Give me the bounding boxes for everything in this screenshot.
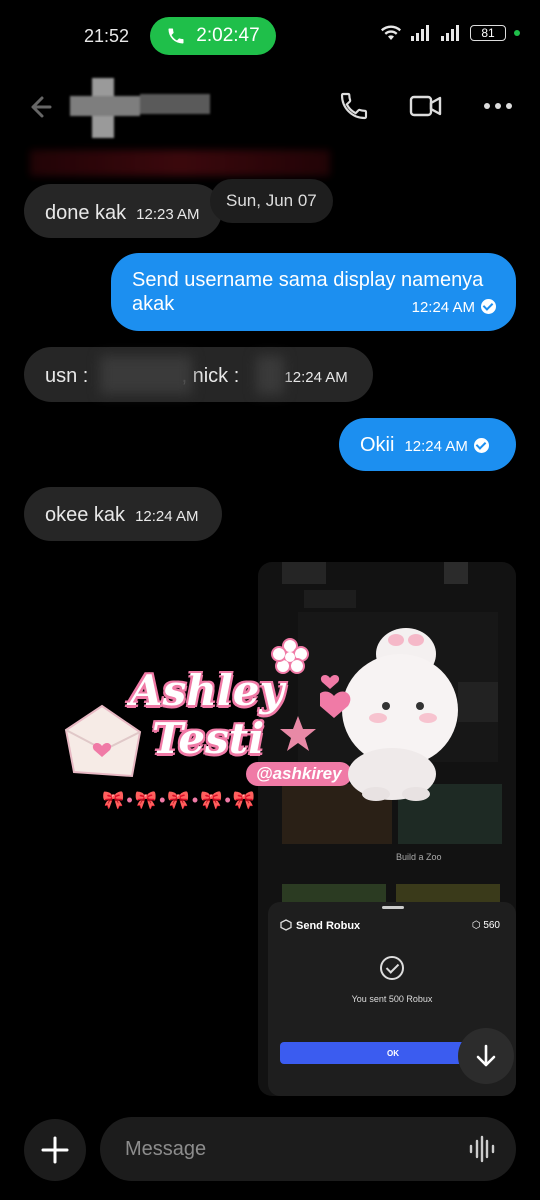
read-check-icon: [473, 438, 489, 453]
arrow-left-icon: [31, 96, 52, 118]
ongoing-call-pill[interactable]: 2:02:47: [150, 17, 276, 55]
message-sent[interactable]: Okii 12:24 AM: [339, 418, 516, 471]
read-check-icon: [481, 299, 496, 314]
message-text: okee kak: [45, 504, 126, 526]
message-input[interactable]: [123, 1136, 447, 1162]
phone-icon: [340, 92, 368, 120]
message-text: usn :: [45, 365, 89, 387]
message-time: 12:24 AM: [404, 438, 468, 455]
success-check-icon: [380, 956, 404, 980]
sheet-handle: [382, 906, 404, 909]
message-composer[interactable]: [100, 1117, 516, 1181]
message-time: 12:24 AM: [284, 369, 348, 386]
waveform-icon[interactable]: [468, 1135, 496, 1163]
status-icons: 81: [380, 24, 520, 42]
message-received[interactable]: done kak 12:23 AM: [24, 184, 222, 238]
contact-name-redacted[interactable]: [60, 72, 210, 142]
sticker-title-line2: Testi: [152, 714, 265, 763]
plus-icon: [41, 1136, 69, 1164]
message-received[interactable]: usn : , nick : 12:24 AM: [24, 347, 373, 402]
message-text: Send username sama display namenya: [132, 269, 484, 291]
signal-icon: [411, 25, 429, 41]
date-separator: Sun, Jun 07: [210, 179, 333, 223]
call-duration: 2:02:47: [196, 25, 260, 46]
message-text: done kak: [45, 202, 127, 224]
privacy-dot: [514, 30, 520, 36]
wifi-icon: [381, 25, 401, 40]
battery-icon: 81: [470, 25, 506, 41]
more-options-button[interactable]: [480, 88, 516, 124]
back-button[interactable]: [24, 92, 54, 122]
status-time: 21:52: [84, 26, 130, 46]
game-caption: Build a Zoo: [396, 852, 442, 862]
attach-plus-button[interactable]: [24, 1119, 86, 1181]
message-time: 12:23 AM: [136, 206, 200, 223]
video-call-button[interactable]: [408, 88, 444, 124]
redacted-username: [100, 356, 192, 394]
dialog-title: Send Robux: [296, 920, 361, 932]
message-text: Okii: [360, 434, 395, 456]
message-received[interactable]: okee kak 12:24 AM: [24, 487, 222, 541]
phone-call-icon: [168, 28, 184, 44]
bunny-sticker-icon: [320, 628, 458, 801]
message-sent[interactable]: Send username sama display namenya akak …: [111, 253, 516, 331]
robux-icon: [280, 919, 292, 931]
redacted-nick: [256, 356, 284, 394]
ashley-testi-sticker: Ashley Testi 🎀•🎀•🎀•🎀•🎀: [60, 630, 360, 830]
message-time: 12:24 AM: [135, 508, 199, 525]
bow-decoration: 🎀•🎀•🎀•🎀•🎀: [102, 790, 258, 810]
video-icon: [409, 95, 442, 117]
voice-call-button[interactable]: [336, 88, 372, 124]
signal-icon-2: [441, 25, 459, 41]
message-text-line2: akak: [132, 293, 175, 315]
message-time: 12:24 AM: [411, 299, 475, 316]
robux-confirmation: You sent 500 Robux: [351, 994, 433, 1004]
sticker-title-line1: Ashley: [130, 666, 284, 715]
more-dots-icon: [484, 103, 512, 109]
scroll-to-bottom-button[interactable]: [458, 1028, 514, 1084]
robux-balance: ⬡ 560: [471, 920, 500, 931]
star-icon: [280, 716, 316, 751]
arrow-down-icon: [476, 1044, 496, 1067]
redacted-banner: [30, 150, 330, 176]
